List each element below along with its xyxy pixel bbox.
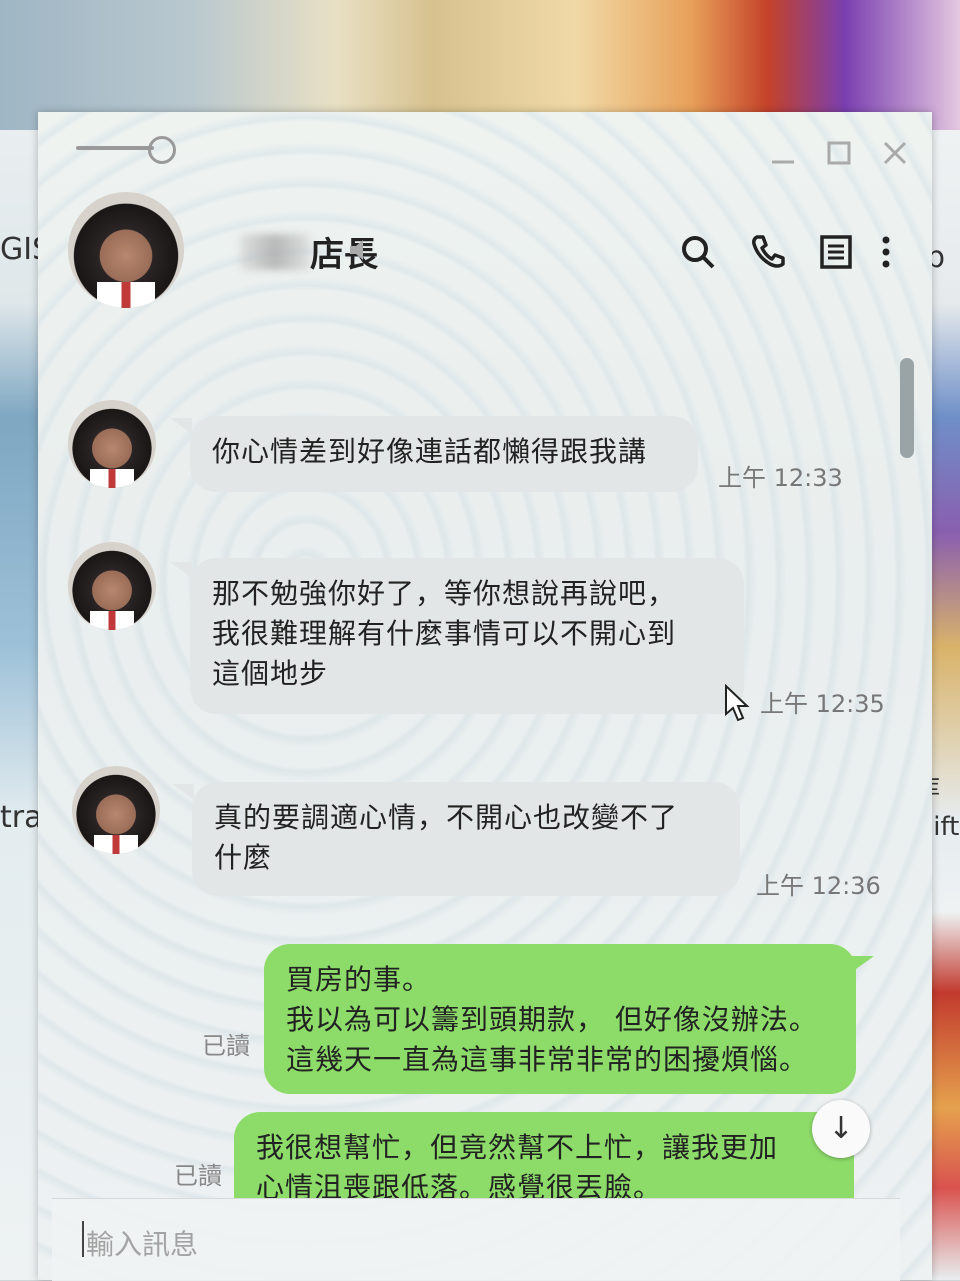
bubble-tail bbox=[852, 956, 874, 972]
maximize-icon[interactable] bbox=[822, 136, 856, 170]
message-time: 上午 12:35 bbox=[760, 690, 885, 718]
message-text: 真的要調適心情，不開心也改變不了 bbox=[214, 801, 679, 834]
message-bubble[interactable]: 真的要調適心情，不開心也改變不了 什麼 bbox=[192, 782, 740, 896]
message-input[interactable] bbox=[84, 1223, 848, 1265]
message-text: 我很難理解有什麼事情可以不開心到 bbox=[212, 617, 677, 650]
close-icon[interactable] bbox=[878, 136, 912, 170]
message-text: 心情沮喪跟低落。感覺很丟臉。 bbox=[256, 1171, 663, 1198]
bubble-tail bbox=[170, 562, 192, 578]
search-icon[interactable] bbox=[678, 232, 718, 272]
message-text: 那不勉強你好了，等你想說再說吧， bbox=[212, 577, 677, 610]
notes-icon[interactable] bbox=[816, 232, 856, 272]
message-bubble[interactable]: 那不勉強你好了，等你想說再說吧， 我很難理解有什麼事情可以不開心到 這個地步 bbox=[190, 558, 744, 714]
message-text: 買房的事。 bbox=[286, 963, 432, 996]
more-icon[interactable] bbox=[876, 232, 896, 272]
message-avatar[interactable] bbox=[68, 542, 156, 630]
minimize-icon[interactable] bbox=[766, 136, 800, 170]
desktop-wallpaper-map bbox=[0, 0, 960, 130]
mouse-cursor-icon bbox=[725, 684, 750, 722]
message-clip: 我很想幫忙，但竟然幫不上忙，讓我更加 心情沮喪跟低落。感覺很丟臉。 bbox=[234, 1112, 874, 1198]
message-text: 我以為可以籌到頭期款， 但好像沒辦法。 bbox=[286, 1003, 818, 1036]
message-text: 這個地步 bbox=[212, 657, 329, 690]
message-text: 這幾天一直為這事非常非常的困擾煩惱。 bbox=[286, 1043, 809, 1076]
bubble-tail bbox=[172, 784, 194, 800]
phone-icon[interactable] bbox=[748, 232, 788, 272]
message-time: 上午 12:33 bbox=[718, 464, 843, 492]
message-bubble[interactable]: 買房的事。 我以為可以籌到頭期款， 但好像沒辦法。 這幾天一直為這事非常非常的困… bbox=[264, 944, 856, 1094]
bubble-tail bbox=[170, 418, 192, 434]
message-text: 你心情差到好像連話都懶得跟我講 bbox=[212, 435, 648, 468]
message-bubble[interactable]: 你心情差到好像連話都懶得跟我講 bbox=[190, 416, 698, 492]
read-receipt: 已讀 bbox=[202, 1032, 250, 1060]
chat-window: 店長 你心情差到好像連話都懶得跟我講 上午 12:33 那不勉強你好了，等你想說… bbox=[38, 112, 932, 1281]
message-time: 上午 12:36 bbox=[756, 872, 881, 900]
contact-avatar[interactable] bbox=[68, 192, 184, 308]
message-avatar[interactable] bbox=[72, 766, 160, 854]
message-text: 我很想幫忙，但竟然幫不上忙，讓我更加 bbox=[256, 1131, 779, 1164]
message-text: 什麼 bbox=[214, 841, 273, 874]
message-bubble[interactable]: 我很想幫忙，但竟然幫不上忙，讓我更加 心情沮喪跟低落。感覺很丟臉。 bbox=[234, 1112, 854, 1198]
name-blur bbox=[240, 234, 310, 270]
mute-icon bbox=[350, 240, 363, 260]
message-input-bar bbox=[52, 1198, 900, 1281]
scrollbar[interactable] bbox=[900, 358, 914, 458]
scroll-down-icon[interactable]: ↓ bbox=[812, 1100, 870, 1158]
read-receipt: 已讀 bbox=[174, 1162, 222, 1190]
background-window-left bbox=[0, 130, 42, 1280]
message-avatar[interactable] bbox=[68, 400, 156, 488]
